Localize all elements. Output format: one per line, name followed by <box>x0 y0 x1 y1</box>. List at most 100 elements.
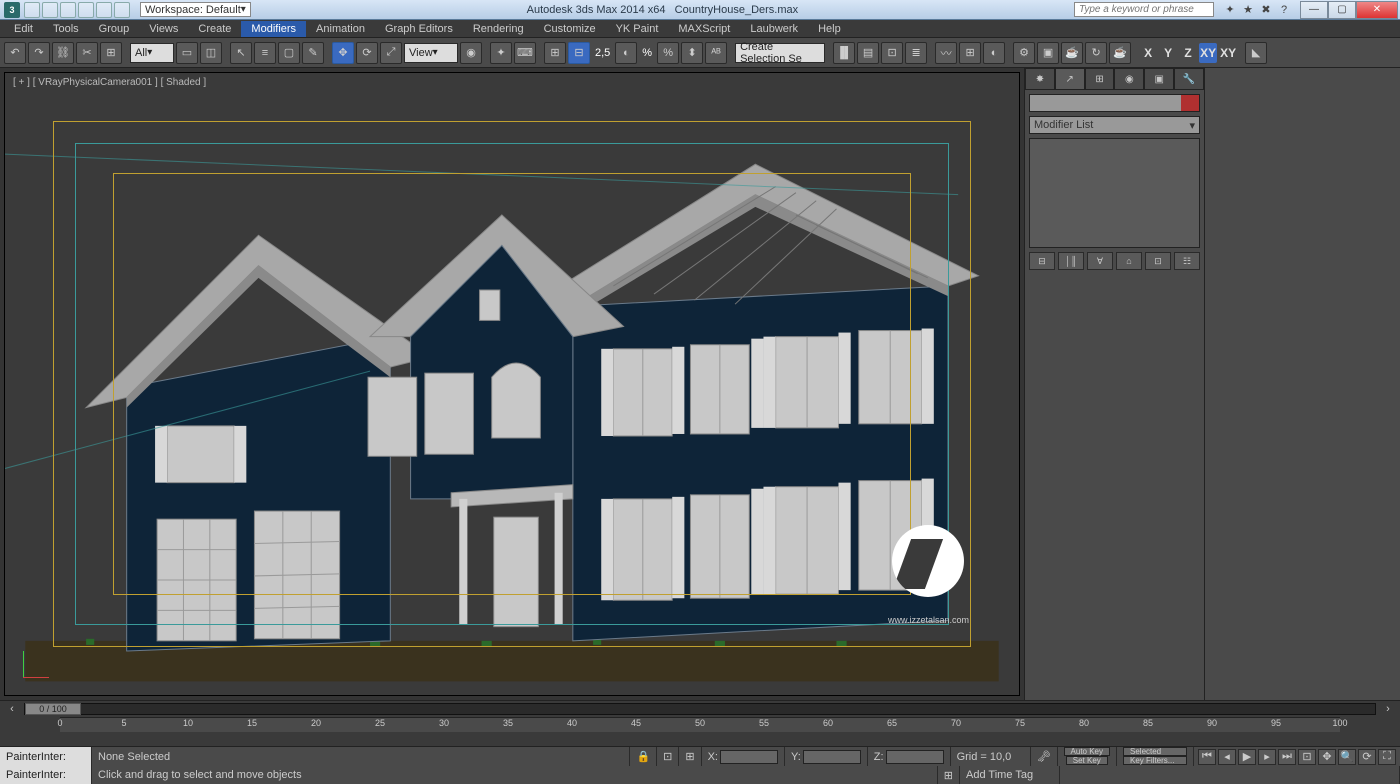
goto-end-icon[interactable]: ⏭ <box>1278 749 1296 765</box>
select-icon[interactable]: ▭ <box>176 42 198 64</box>
align-icon[interactable]: ▤ <box>857 42 879 64</box>
time-track[interactable]: 0 / 100 <box>24 703 1376 715</box>
percent-snap-icon[interactable]: % <box>657 42 679 64</box>
menu-modifiers[interactable]: Modifiers <box>241 21 306 37</box>
qat-link-icon[interactable] <box>114 2 130 18</box>
timeline-left-arrow-icon[interactable]: ‹ <box>6 703 18 715</box>
time-thumb[interactable]: 0 / 100 <box>25 703 81 715</box>
scale-icon[interactable]: ⤢ <box>380 42 402 64</box>
time-config-icon[interactable]: ⊡ <box>1298 749 1316 765</box>
axis-z-button[interactable]: Z <box>1179 43 1197 63</box>
stack-btn-5[interactable]: ☷ <box>1174 252 1200 270</box>
menu-yk-paint[interactable]: YK Paint <box>606 21 669 37</box>
mirror-icon[interactable]: ▐▌ <box>833 42 855 64</box>
rotate-icon[interactable]: ⟳ <box>356 42 378 64</box>
menu-group[interactable]: Group <box>89 21 140 37</box>
viewport[interactable]: [ + ] [ VRayPhysicalCamera001 ] [ Shaded… <box>4 72 1020 696</box>
nav-orbit-icon[interactable]: ⟳ <box>1358 749 1376 765</box>
angle-snap-icon[interactable]: ◐ <box>615 42 637 64</box>
trackbar[interactable] <box>60 732 1340 746</box>
ref-coord-combo[interactable]: View ▾ <box>404 43 458 63</box>
maximize-button[interactable]: ▢ <box>1328 1 1356 19</box>
axis-xy2-button[interactable]: XY <box>1219 43 1237 63</box>
menu-edit[interactable]: Edit <box>4 21 43 37</box>
axis-xy-button[interactable]: XY <box>1199 43 1217 63</box>
workspace-selector[interactable]: Workspace: Default ▾ <box>140 2 251 17</box>
prev-frame-icon[interactable]: ◂ <box>1218 749 1236 765</box>
app-logo-icon[interactable]: 3 <box>4 2 20 18</box>
abc-icon[interactable]: ᴬᴮ <box>705 42 727 64</box>
modifier-list-combo[interactable]: Modifier List▾ <box>1029 116 1200 134</box>
select-name-icon[interactable]: ≡ <box>254 42 276 64</box>
menu-rendering[interactable]: Rendering <box>463 21 534 37</box>
keymode-combo[interactable]: Selected <box>1123 747 1187 756</box>
menu-graph-editors[interactable]: Graph Editors <box>375 21 463 37</box>
modify-tab-icon[interactable]: ↗ <box>1055 68 1085 90</box>
layers-icon[interactable]: ≣ <box>905 42 927 64</box>
keyfilters-button[interactable]: Key Filters... <box>1123 756 1187 765</box>
goto-start-icon[interactable]: ⏮ <box>1198 749 1216 765</box>
menu-maxscript[interactable]: MAXScript <box>668 21 740 37</box>
isolate-icon[interactable]: ⊡ <box>657 747 679 766</box>
script-listener[interactable]: PainterInter: <box>0 747 92 766</box>
add-time-tag[interactable]: Add Time Tag <box>960 766 1060 784</box>
menu-tools[interactable]: Tools <box>43 21 89 37</box>
help-search-input[interactable] <box>1074 2 1214 17</box>
stack-btn-1[interactable]: │║ <box>1058 252 1084 270</box>
menu-create[interactable]: Create <box>188 21 241 37</box>
hierarchy-tab-icon[interactable]: ⊞ <box>1085 68 1115 90</box>
quickalign-icon[interactable]: ⊡ <box>881 42 903 64</box>
extra-tool-icon[interactable]: ◣ <box>1245 42 1267 64</box>
help-icon[interactable]: ? <box>1276 3 1292 17</box>
mat-editor-icon[interactable]: ◐ <box>983 42 1005 64</box>
paint-select-icon[interactable]: ✎ <box>302 42 324 64</box>
qat-undo-icon[interactable] <box>78 2 94 18</box>
nav-max-icon[interactable]: ⛶ <box>1378 749 1396 765</box>
timeline-right-arrow-icon[interactable]: › <box>1382 703 1394 715</box>
spinner-snap-icon[interactable]: ⬍ <box>681 42 703 64</box>
next-frame-icon[interactable]: ▸ <box>1258 749 1276 765</box>
selection-lock-icon[interactable]: ⊞ <box>679 747 701 766</box>
minimize-button[interactable]: — <box>1300 1 1328 19</box>
create-tab-icon[interactable]: ✸ <box>1025 68 1055 90</box>
nav-zoom-icon[interactable]: 🔍 <box>1338 749 1356 765</box>
qat-new-icon[interactable] <box>24 2 40 18</box>
manip-icon[interactable]: ✦ <box>490 42 512 64</box>
autokey-button[interactable]: Auto Key <box>1064 747 1110 756</box>
coord-x-input[interactable] <box>720 750 778 764</box>
schematic-icon[interactable]: ⊞ <box>959 42 981 64</box>
menu-views[interactable]: Views <box>139 21 188 37</box>
undo-icon[interactable]: ↶ <box>4 42 26 64</box>
menu-help[interactable]: Help <box>808 21 851 37</box>
qat-redo-icon[interactable] <box>96 2 112 18</box>
stack-btn-2[interactable]: ∀ <box>1087 252 1113 270</box>
unlink-icon[interactable]: ✂ <box>76 42 98 64</box>
script-mini-listener[interactable]: PainterInter: <box>0 766 92 784</box>
menu-laubwerk[interactable]: Laubwerk <box>740 21 808 37</box>
menu-animation[interactable]: Animation <box>306 21 375 37</box>
link-icon[interactable]: ⛓ <box>52 42 74 64</box>
render-iter-icon[interactable]: ↻ <box>1085 42 1107 64</box>
nav-pan-icon[interactable]: ✥ <box>1318 749 1336 765</box>
axis-x-button[interactable]: X <box>1139 43 1157 63</box>
keyboard-icon[interactable]: ⌨ <box>514 42 536 64</box>
render-prod-icon[interactable]: ☕ <box>1061 42 1083 64</box>
teapot-icon[interactable]: ☕ <box>1109 42 1131 64</box>
infocenter-icon[interactable]: ✦ <box>1222 3 1238 17</box>
menu-customize[interactable]: Customize <box>534 21 606 37</box>
move-icon[interactable]: ✥ <box>332 42 354 64</box>
bind-icon[interactable]: ⊞ <box>100 42 122 64</box>
object-name-field[interactable] <box>1029 94 1200 112</box>
utilities-tab-icon[interactable]: 🔧 <box>1174 68 1204 90</box>
lock-icon[interactable]: 🔒 <box>630 747 657 766</box>
qat-save-icon[interactable] <box>60 2 76 18</box>
signin-icon[interactable]: ★ <box>1240 3 1256 17</box>
pivot-icon[interactable]: ◉ <box>460 42 482 64</box>
window-crossing-icon[interactable]: ◫ <box>200 42 222 64</box>
selection-filter[interactable]: All ▾ <box>130 43 174 63</box>
viewport-label[interactable]: [ + ] [ VRayPhysicalCamera001 ] [ Shaded… <box>13 77 206 88</box>
stack-btn-4[interactable]: ⊡ <box>1145 252 1171 270</box>
curve-editor-icon[interactable]: 〰 <box>935 42 957 64</box>
play-icon[interactable]: ▶ <box>1238 749 1256 765</box>
stack-btn-3[interactable]: ⌂ <box>1116 252 1142 270</box>
